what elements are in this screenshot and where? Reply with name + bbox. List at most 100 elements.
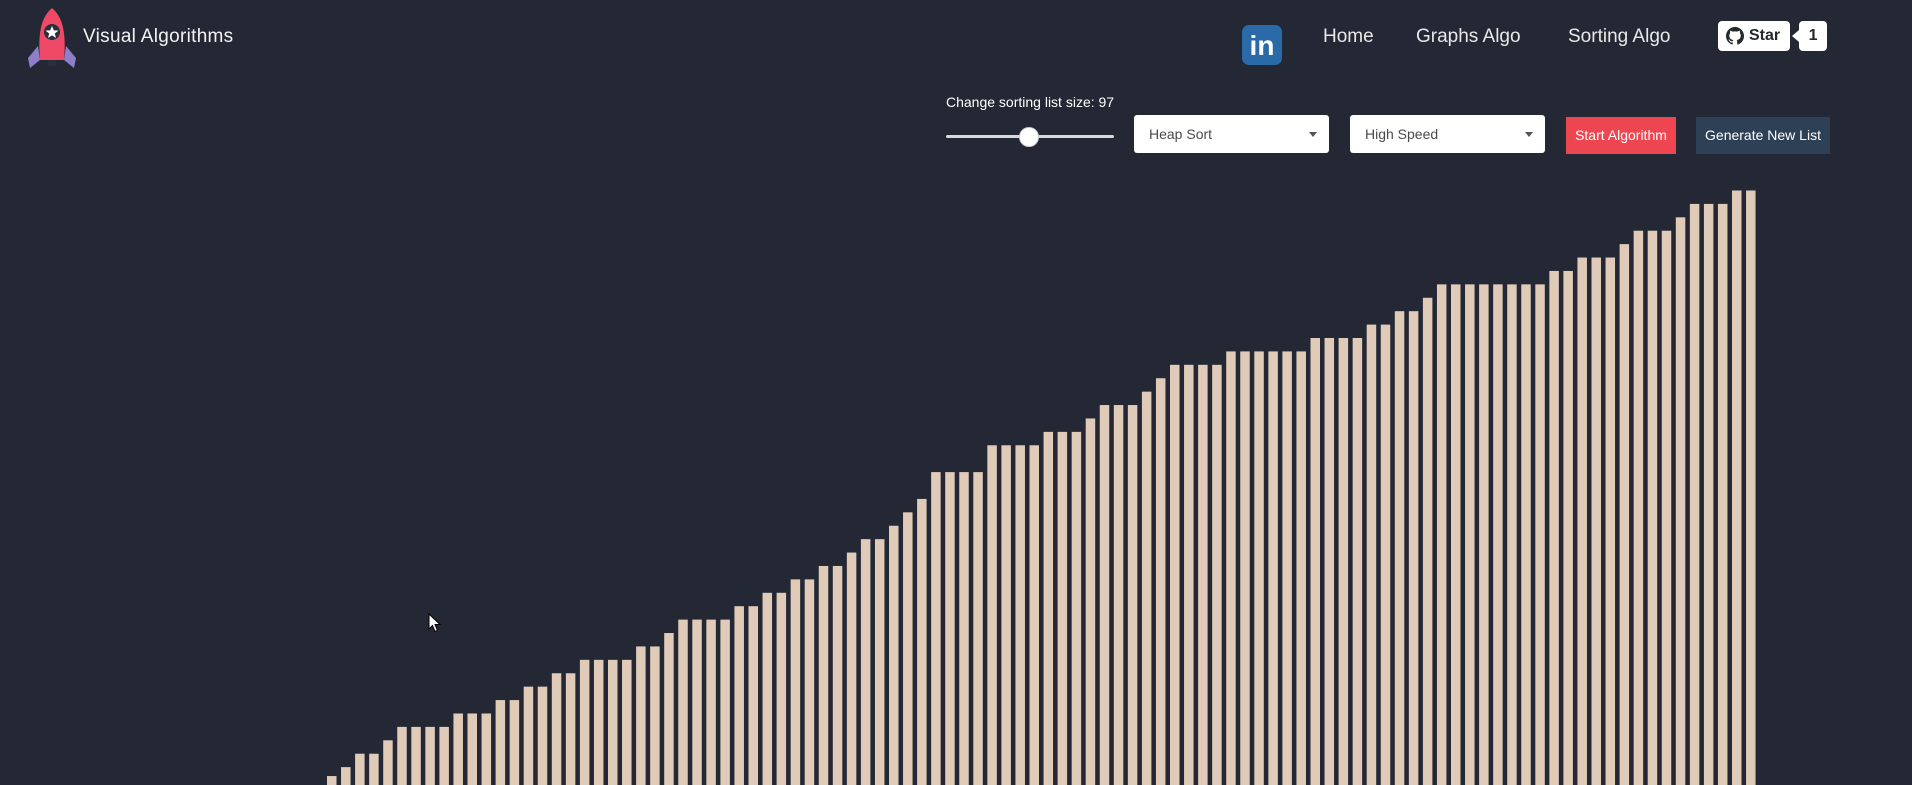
array-bar [1226,351,1236,785]
array-bar [481,713,492,785]
array-bar [411,726,421,785]
array-bar [1633,230,1644,785]
array-bar [537,686,548,785]
array-bar [369,753,379,785]
array-bar [1127,405,1138,785]
array-bar [1282,351,1292,785]
array-bar [509,700,520,785]
array-bar [664,633,674,785]
array-bar [1535,284,1545,785]
array-bar [1240,351,1250,785]
array-bar [889,525,899,785]
array-bar [425,726,435,785]
array-bar [973,472,983,785]
array-bar [622,659,632,785]
array-bar [327,776,337,785]
sorting-bars-chart [327,190,1756,785]
array-bar [1352,338,1363,785]
array-bar [1198,364,1208,785]
array-bar [1689,203,1700,785]
array-bar [1366,324,1377,785]
array-bar [1661,230,1672,785]
array-bar [1422,297,1433,785]
array-bar [608,659,618,785]
array-bar [1394,311,1405,785]
array-bar [1746,190,1756,785]
array-bar [453,713,463,785]
array-bar [1549,270,1559,785]
array-bar [383,740,393,785]
array-bar [1338,338,1349,785]
array-bar [495,700,506,785]
array-bar [1563,270,1573,785]
array-bar [1703,203,1714,785]
array-bar [1184,364,1194,785]
array-bar [1521,284,1531,785]
array-bar [1071,431,1082,785]
array-bar [1732,190,1742,785]
array-bar [959,472,969,785]
array-bar [874,539,885,785]
array-bar [987,445,997,785]
array-bar [1212,364,1222,785]
array-bar [1605,257,1616,785]
array-bar [565,673,576,785]
array-bar [776,592,787,785]
array-bar [1057,431,1068,785]
array-bar [917,498,927,785]
array-bar [1015,445,1025,785]
array-bar [931,472,941,785]
array-bar [1380,324,1391,785]
array-bar [790,579,801,785]
array-bar [1155,378,1166,785]
array-bar [1310,338,1320,785]
array-bar [804,579,815,785]
array-bar [523,686,534,785]
array-bar [734,606,744,785]
array-bar [846,552,857,785]
array-bar [1296,351,1306,785]
array-bar [1254,351,1264,785]
array-bar [355,753,365,785]
array-bar [1436,284,1447,785]
array-bar [678,619,688,785]
array-bar [439,726,449,785]
array-bar [593,659,604,785]
array-bar [551,673,562,785]
array-bar [1451,284,1461,785]
mouse-cursor-icon [428,613,442,633]
array-bar [579,659,590,785]
array-bar [1029,445,1039,785]
array-bar [1647,230,1658,785]
array-bar [1675,217,1686,785]
array-bar [903,512,913,785]
array-bar [1465,284,1475,785]
array-bar [1324,338,1335,785]
array-bar [706,619,716,785]
array-bar [1577,257,1587,785]
array-bar [1141,391,1152,785]
array-bar [650,646,660,785]
array-bar [467,713,477,785]
array-bar [1493,284,1503,785]
array-bar [748,606,758,785]
array-bar [1113,405,1124,785]
array-bar [945,472,955,785]
array-bar [860,539,871,785]
array-bar [1717,203,1728,785]
array-bar [397,726,407,785]
array-bar [832,565,843,785]
array-bar [1099,405,1110,785]
array-bar [692,619,702,785]
array-bar [1170,364,1180,785]
array-bar [762,592,773,785]
array-bar [1507,284,1517,785]
array-bar [1085,418,1096,785]
array-bar [818,565,829,785]
array-bar [1001,445,1011,785]
array-bar [1479,284,1489,785]
array-bar [1591,257,1601,785]
array-bar [636,646,646,785]
array-bar [1619,244,1630,785]
array-bar [1408,311,1419,785]
